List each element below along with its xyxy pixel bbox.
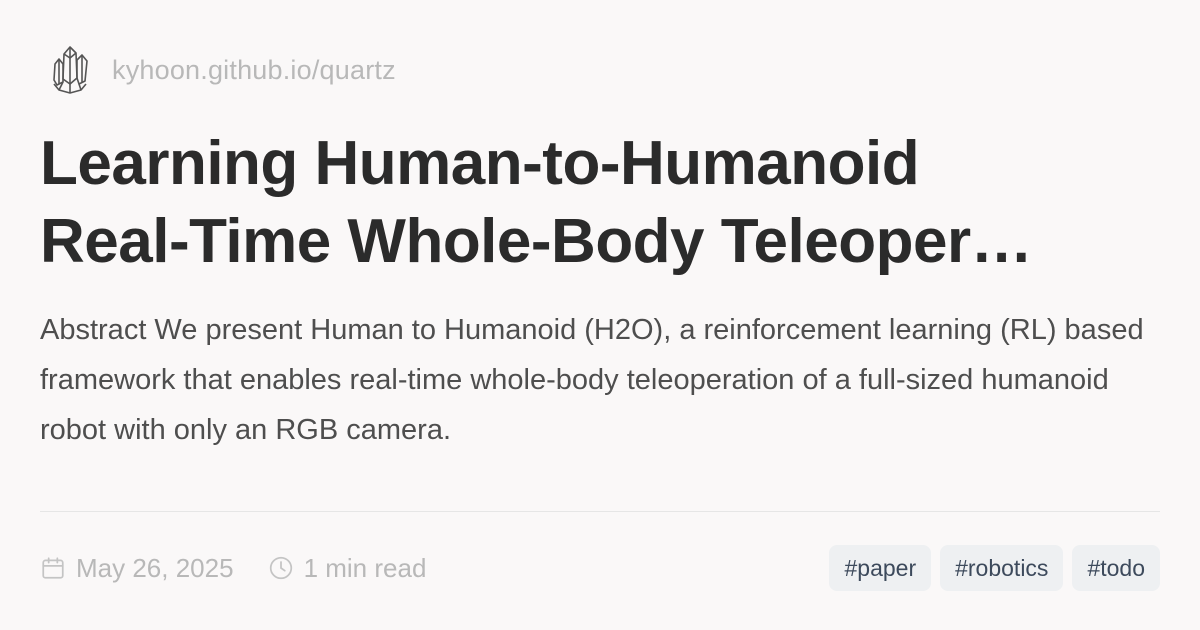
reading-time-text: 1 min read bbox=[303, 552, 427, 583]
crystal-cluster-icon bbox=[40, 40, 100, 100]
post-date-text: May 26, 2025 bbox=[76, 552, 234, 583]
clock-icon bbox=[268, 555, 294, 581]
post-description: Abstract We present Human to Humanoid (H… bbox=[40, 314, 1144, 446]
tag-paper[interactable]: #paper bbox=[829, 545, 932, 591]
og-card: kyhoon.github.io/quartz Learning Human-t… bbox=[40, 40, 1160, 592]
tag-todo[interactable]: #todo bbox=[1072, 545, 1160, 591]
post-meta: May 26, 2025 1 min read #paper #robotics… bbox=[40, 544, 1160, 592]
post-title: Learning Human-to-Humanoid Real-Time Who… bbox=[40, 125, 1160, 281]
calendar-icon bbox=[40, 555, 66, 581]
tag-robotics[interactable]: #robotics bbox=[940, 545, 1064, 591]
reading-time: 1 min read bbox=[268, 552, 427, 584]
site-header: kyhoon.github.io/quartz bbox=[40, 40, 396, 100]
post-title-line-1: Learning Human-to-Humanoid bbox=[40, 129, 920, 198]
post-date: May 26, 2025 bbox=[40, 553, 234, 584]
post-title-line-2: Real-Time Whole-Body Teleoper… bbox=[40, 207, 1033, 276]
divider bbox=[40, 511, 1160, 512]
site-url[interactable]: kyhoon.github.io/quartz bbox=[112, 55, 396, 86]
tag-list: #paper #robotics #todo bbox=[829, 545, 1160, 591]
